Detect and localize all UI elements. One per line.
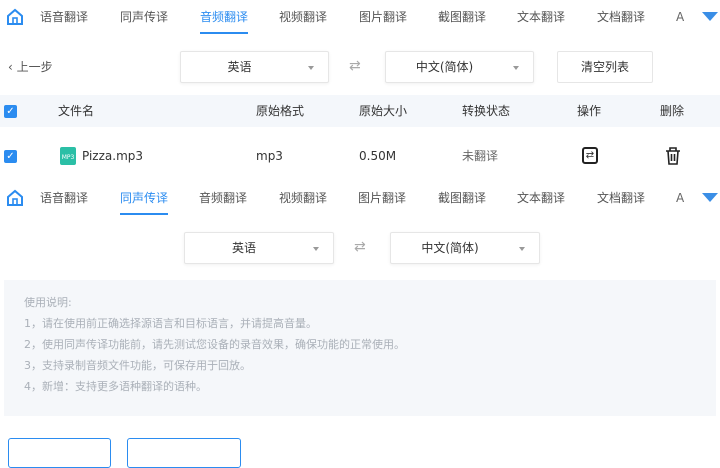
chevron-down-icon <box>313 247 319 251</box>
instruction-item: 3，支持录制音频文件功能，可保存用于回放。 <box>24 359 251 372</box>
col-size: 原始大小 <box>359 104 408 118</box>
row-checkbox[interactable]: ✓ <box>4 150 17 163</box>
instruction-item: 1，请在使用前正确选择源语言和目标语言，并请提高音量。 <box>24 317 317 330</box>
target-language-select[interactable]: 中文(简体) <box>390 232 540 264</box>
tab-video[interactable]: 视频翻译 <box>279 181 327 215</box>
instruction-item: 4，新增：支持更多语种翻译的语种。 <box>24 380 207 393</box>
instruction-item: 2，使用同声传译功能前，请先测试您设备的录音效果，确保功能的正常使用。 <box>24 338 405 351</box>
chevron-down-icon <box>519 247 525 251</box>
action-button-1[interactable] <box>8 438 111 468</box>
back-button[interactable]: ‹ 上一步 <box>8 58 53 75</box>
col-delete: 删除 <box>660 104 685 118</box>
more-tab[interactable]: A <box>676 0 684 34</box>
tab-text[interactable]: 文本翻译 <box>517 181 565 215</box>
swap-icon[interactable]: ⇄ <box>349 58 361 74</box>
dropdown-icon[interactable] <box>702 12 718 21</box>
file-format: mp3 <box>256 149 283 163</box>
more-tab[interactable]: A <box>676 181 684 215</box>
chevron-down-icon <box>513 66 519 70</box>
second-nav: 语音翻译 同声传译 音频翻译 视频翻译 图片翻译 截图翻译 文本翻译 文档翻译 … <box>0 181 720 215</box>
col-filename: 文件名 <box>58 104 95 118</box>
col-status: 转换状态 <box>462 104 511 118</box>
file-name: Pizza.mp3 <box>82 149 144 163</box>
table-row: ✓ MP3 Pizza.mp3 mp3 0.50M 未翻译 ⇄ <box>0 140 720 172</box>
home-icon[interactable] <box>6 8 24 26</box>
chevron-down-icon <box>308 66 314 70</box>
tab-screenshot[interactable]: 截图翻译 <box>438 181 486 215</box>
dropdown-icon[interactable] <box>702 193 718 202</box>
tab-video[interactable]: 视频翻译 <box>279 0 327 34</box>
source-language-select[interactable]: 英语 <box>184 232 334 264</box>
select-all-checkbox[interactable]: ✓ <box>4 105 17 118</box>
col-format: 原始格式 <box>256 104 305 118</box>
table-header: ✓ 文件名 原始格式 原始大小 转换状态 操作 删除 <box>0 95 720 127</box>
tab-speech[interactable]: 语音翻译 <box>40 181 88 215</box>
tab-simultaneous[interactable]: 同声传译 <box>120 181 169 215</box>
target-language-select[interactable]: 中文(简体) <box>385 51 534 83</box>
action-button-2[interactable] <box>127 438 241 468</box>
tab-speech[interactable]: 语音翻译 <box>40 0 88 34</box>
instructions-title: 使用说明: <box>24 296 72 309</box>
tab-audio[interactable]: 音频翻译 <box>199 181 247 215</box>
file-status: 未翻译 <box>462 149 499 163</box>
col-action: 操作 <box>577 104 602 118</box>
convert-icon[interactable]: ⇄ <box>582 147 598 164</box>
source-language-select[interactable]: 英语 <box>180 51 329 83</box>
tab-image[interactable]: 图片翻译 <box>358 181 406 215</box>
swap-icon[interactable]: ⇄ <box>354 239 366 255</box>
audio-file-icon: MP3 <box>60 147 76 165</box>
top-nav: 语音翻译 同声传译 音频翻译 视频翻译 图片翻译 截图翻译 文本翻译 文档翻译 … <box>0 0 720 34</box>
home-icon[interactable] <box>6 189 24 207</box>
tab-document[interactable]: 文档翻译 <box>597 181 645 215</box>
tab-image[interactable]: 图片翻译 <box>359 0 407 34</box>
instructions-panel: 使用说明: 1，请在使用前正确选择源语言和目标语言，并请提高音量。 2，使用同声… <box>4 280 716 416</box>
chevron-left-icon: ‹ <box>8 60 17 74</box>
tab-screenshot[interactable]: 截图翻译 <box>438 0 486 34</box>
tab-audio[interactable]: 音频翻译 <box>200 0 249 34</box>
tab-document[interactable]: 文档翻译 <box>597 0 645 34</box>
tab-simultaneous[interactable]: 同声传译 <box>120 0 168 34</box>
trash-icon[interactable] <box>665 147 681 165</box>
tab-text[interactable]: 文本翻译 <box>517 0 565 34</box>
clear-list-button[interactable]: 清空列表 <box>557 51 653 83</box>
file-size: 0.50M <box>359 149 397 163</box>
